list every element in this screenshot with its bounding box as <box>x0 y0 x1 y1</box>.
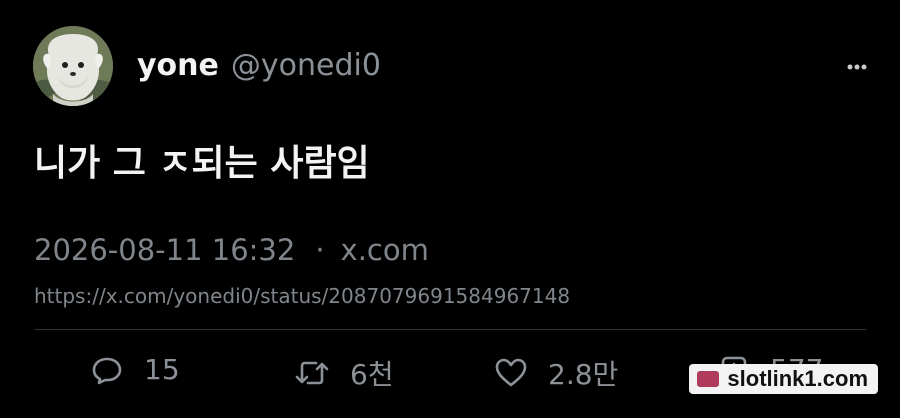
more-options-icon <box>847 64 867 70</box>
reply-count: 15 <box>144 353 180 386</box>
repost-icon <box>295 361 329 385</box>
meta-separator: · <box>315 233 325 267</box>
tweet-author[interactable]: yone @yonedi0 <box>137 48 381 83</box>
author-handle[interactable]: @yonedi0 <box>231 48 381 83</box>
reply-button[interactable]: 15 <box>90 353 180 386</box>
author-display-name[interactable]: yone <box>137 48 219 83</box>
tweet-text: 니가 그 ㅈ되는 사람임 <box>34 143 370 184</box>
watermark: slotlink1.com <box>689 364 878 394</box>
like-button[interactable]: 2.8만 <box>494 353 618 393</box>
watermark-logo-icon <box>697 371 720 387</box>
more-options-button[interactable] <box>840 54 874 80</box>
divider <box>34 329 866 330</box>
status-url[interactable]: https://x.com/yonedi0/status/20870796915… <box>34 284 570 308</box>
tweet-meta: 2026-08-11 16:32 · x.com <box>34 233 429 267</box>
reply-icon <box>92 357 122 384</box>
repost-count: 6천 <box>350 358 394 391</box>
like-count: 2.8만 <box>548 358 619 391</box>
heart-icon <box>495 358 527 387</box>
avatar[interactable] <box>33 26 113 106</box>
avatar-icon <box>33 26 113 106</box>
tweet-source[interactable]: x.com <box>341 233 429 267</box>
repost-button[interactable]: 6천 <box>294 353 394 393</box>
tweet-timestamp[interactable]: 2026-08-11 16:32 <box>34 233 295 267</box>
watermark-text: slotlink1.com <box>727 366 868 391</box>
